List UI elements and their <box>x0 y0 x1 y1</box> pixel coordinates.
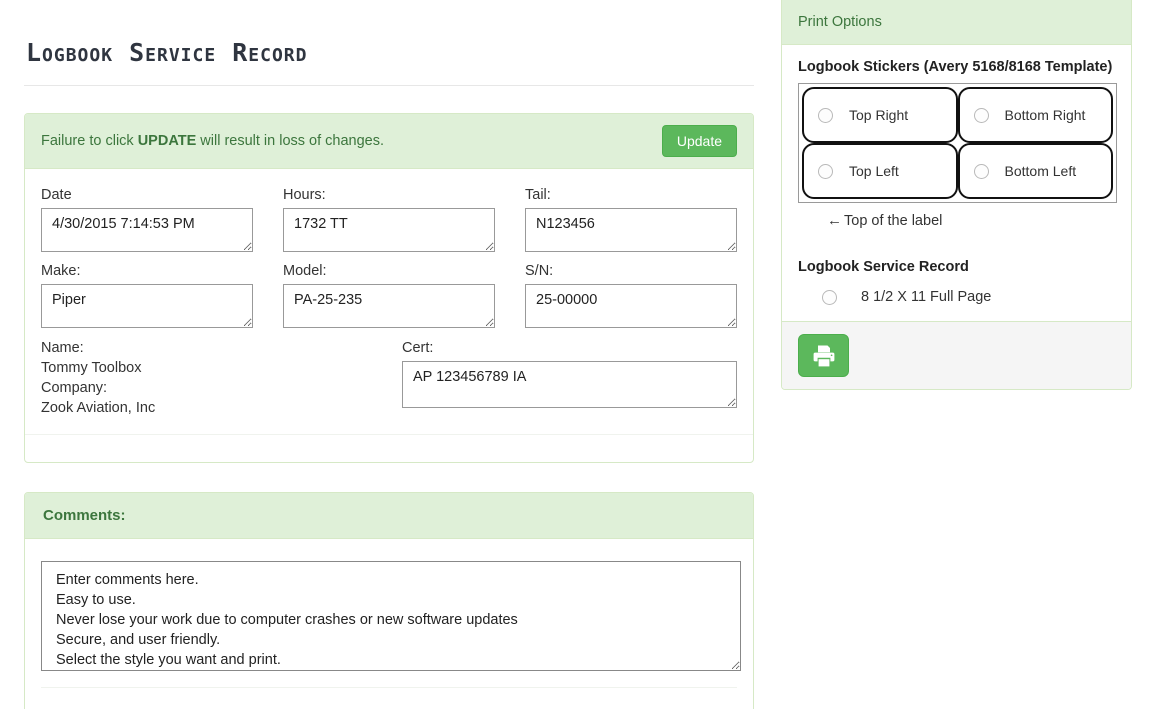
stickers-section-title: Logbook Stickers (Avery 5168/8168 Templa… <box>798 59 1113 75</box>
company-value: Zook Aviation, Inc <box>41 400 156 416</box>
title-divider <box>24 85 754 86</box>
date-field-group: Date 4/30/2015 7:14:53 PM <box>41 185 253 252</box>
update-button[interactable]: Update <box>661 125 737 157</box>
sticker-option-top-right[interactable]: Top Right <box>802 87 958 143</box>
sticker-label-bottom-right: Bottom Right <box>1004 107 1086 123</box>
cert-field-group: Cert: AP 123456789 IA <box>402 338 737 418</box>
radio-icon-bottom-left[interactable] <box>973 163 989 179</box>
serial-label: S/N: <box>525 263 554 279</box>
sticker-option-top-left[interactable]: Top Left <box>802 143 958 199</box>
app-root: Logbook Service Record Failure to click … <box>0 0 1161 709</box>
print-options-body: Logbook Stickers (Avery 5168/8168 Templa… <box>782 45 1131 321</box>
sticker-option-bottom-right[interactable]: Bottom Right <box>957 87 1113 143</box>
cert-input[interactable]: AP 123456789 IA <box>402 361 737 408</box>
print-options-heading: Print Options <box>782 0 1131 45</box>
serial-field-group: S/N: 25-00000 <box>525 261 737 328</box>
form-row-1: Date 4/30/2015 7:14:53 PM Hours: 1732 TT… <box>41 185 737 252</box>
record-form: Date 4/30/2015 7:14:53 PM Hours: 1732 TT… <box>25 169 753 434</box>
cert-label: Cert: <box>402 340 434 356</box>
top-of-label-text: Top of the label <box>844 213 943 229</box>
make-label: Make: <box>41 263 81 279</box>
make-field-group: Make: Piper <box>41 261 253 328</box>
sticker-label-bottom-left: Bottom Left <box>1004 163 1077 179</box>
hours-field-group: Hours: 1732 TT <box>283 185 495 252</box>
model-field-group: Model: PA-25-235 <box>283 261 495 328</box>
record-print-section: Logbook Service Record 8 1/2 X 11 Full P… <box>798 259 1115 305</box>
sticker-label-top-left: Top Left <box>849 163 899 179</box>
sticker-option-bottom-left[interactable]: Bottom Left <box>957 143 1113 199</box>
radio-icon-bottom-right[interactable] <box>973 107 989 123</box>
radio-icon-top-right[interactable] <box>818 107 833 123</box>
warning-text-before: Failure to click <box>41 133 138 149</box>
model-input[interactable]: PA-25-235 <box>283 284 495 328</box>
company-label: Company: <box>41 380 108 396</box>
full-page-label: 8 1/2 X 11 Full Page <box>861 289 992 305</box>
record-panel-footer <box>25 434 753 462</box>
serial-input[interactable]: 25-00000 <box>525 284 737 328</box>
warning-text-after: will result in loss of changes. <box>196 133 385 149</box>
sticker-position-grid: Top Right Bottom Right Top Left Bottom L… <box>798 83 1117 203</box>
identity-row: Name: Tommy Toolbox Company: Zook Aviati… <box>41 338 737 418</box>
radio-icon-full-page[interactable] <box>822 289 837 305</box>
full-page-option[interactable]: 8 1/2 X 11 Full Page <box>798 289 1115 305</box>
tail-label: Tail: <box>525 187 551 203</box>
model-label: Model: <box>283 263 327 279</box>
top-of-label-hint: ← Top of the label <box>798 212 1115 229</box>
make-input[interactable]: Piper <box>41 284 253 328</box>
comments-input[interactable]: Enter comments here. Easy to use. Never … <box>41 561 741 671</box>
name-value: Tommy Toolbox <box>41 360 142 376</box>
date-input[interactable]: 4/30/2015 7:14:53 PM <box>41 208 253 252</box>
date-label: Date <box>41 187 72 203</box>
arrow-left-icon: ← <box>827 212 842 229</box>
comments-heading: Comments: <box>25 493 753 539</box>
comments-panel-footer <box>41 687 737 709</box>
hours-input[interactable]: 1732 TT <box>283 208 495 252</box>
update-alert-bar: Failure to click UPDATE will result in l… <box>25 114 753 169</box>
warning-emphasis: UPDATE <box>137 133 197 149</box>
form-row-spacer <box>41 252 737 261</box>
name-label: Name: <box>41 340 84 356</box>
print-options-footer <box>782 321 1131 389</box>
print-options-panel: Print Options Logbook Stickers (Avery 51… <box>781 0 1132 390</box>
print-button[interactable] <box>798 334 849 377</box>
comments-panel: Comments: Enter comments here. Easy to u… <box>24 492 754 709</box>
form-row-2: Make: Piper Model: PA-25-235 S/N: 25-000… <box>41 261 737 328</box>
technician-info: Name: Tommy Toolbox Company: Zook Aviati… <box>41 338 402 418</box>
tail-input[interactable]: N123456 <box>525 208 737 252</box>
printer-icon <box>813 345 834 366</box>
radio-icon-top-left[interactable] <box>818 163 833 179</box>
record-section-title: Logbook Service Record <box>798 259 969 275</box>
page-title: Logbook Service Record <box>26 38 308 67</box>
hours-label: Hours: <box>283 187 326 203</box>
service-record-panel: Failure to click UPDATE will result in l… <box>24 113 754 463</box>
tail-field-group: Tail: N123456 <box>525 185 737 252</box>
update-warning-text: Failure to click UPDATE will result in l… <box>41 133 384 149</box>
main-content: Logbook Service Record Failure to click … <box>24 0 754 709</box>
comments-body: Enter comments here. Easy to use. Never … <box>25 539 753 709</box>
sticker-label-top-right: Top Right <box>849 107 909 123</box>
